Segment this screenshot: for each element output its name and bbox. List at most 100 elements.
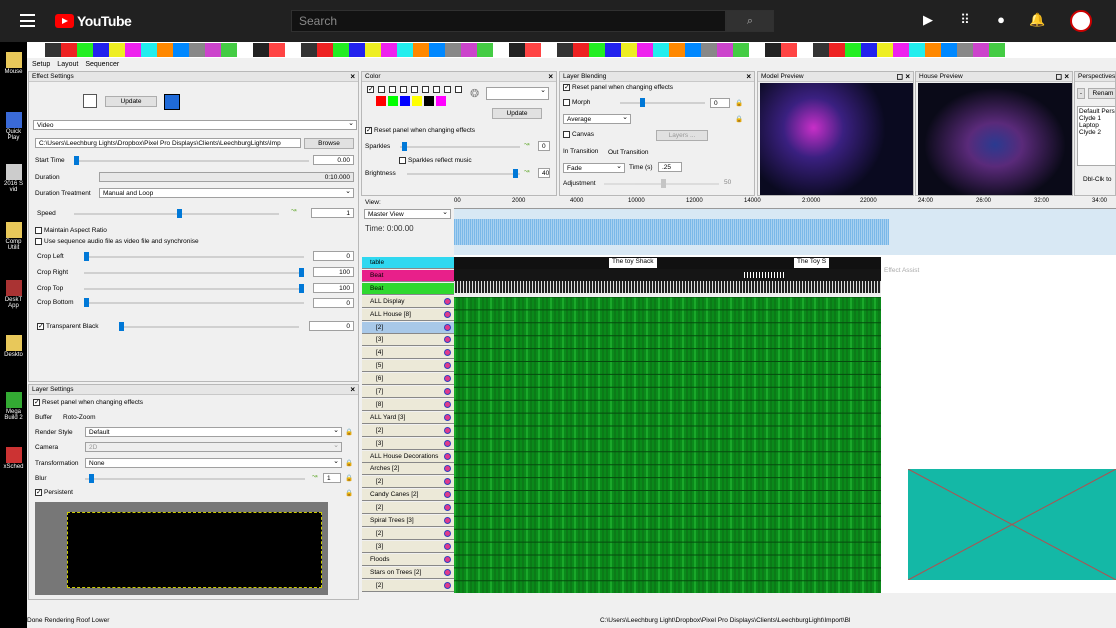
adjustment-slider[interactable] bbox=[604, 179, 719, 188]
crop-left-slider[interactable] bbox=[84, 252, 304, 261]
row-heading[interactable]: [3] bbox=[362, 334, 454, 347]
morph-checkbox[interactable]: Morph bbox=[563, 99, 590, 106]
effect-icon[interactable] bbox=[413, 43, 429, 57]
rename-button[interactable]: Renam bbox=[1088, 88, 1115, 99]
valuecurve-icon[interactable]: ↝ bbox=[524, 167, 529, 175]
effect-icon[interactable] bbox=[317, 43, 333, 57]
effect-icon[interactable] bbox=[765, 43, 781, 57]
color-swatch[interactable] bbox=[400, 96, 410, 106]
reset-panel-checkbox[interactable]: Reset panel when changing effects bbox=[33, 399, 143, 406]
effects-grid[interactable] bbox=[454, 297, 881, 593]
transformation-dropdown[interactable]: None bbox=[85, 457, 342, 468]
effect-icon[interactable] bbox=[973, 43, 989, 57]
effect-icon[interactable] bbox=[749, 43, 765, 57]
effect-icon[interactable] bbox=[381, 43, 397, 57]
persistent-checkbox[interactable]: Persistent bbox=[35, 489, 73, 496]
color-update-button[interactable]: Update bbox=[492, 108, 542, 119]
effect-icon[interactable] bbox=[349, 43, 365, 57]
effect-icon[interactable] bbox=[445, 43, 461, 57]
effect-icon[interactable] bbox=[957, 43, 973, 57]
render-toggle-icon[interactable] bbox=[444, 413, 451, 421]
use-audio-checkbox[interactable]: Use sequence audio file as video file an… bbox=[35, 238, 199, 245]
start-time-field[interactable]: 0.00 bbox=[313, 155, 354, 165]
effect-icon[interactable] bbox=[285, 43, 301, 57]
effect-icon[interactable] bbox=[77, 43, 93, 57]
render-toggle-icon[interactable] bbox=[444, 568, 451, 576]
speed-slider[interactable] bbox=[74, 209, 279, 218]
youtube-logo[interactable]: YouTube bbox=[55, 13, 132, 29]
effect-icon[interactable] bbox=[93, 43, 109, 57]
effect-icon[interactable] bbox=[573, 43, 589, 57]
sparkles-field[interactable]: 0 bbox=[538, 141, 550, 151]
render-toggle-icon[interactable] bbox=[444, 297, 451, 305]
beat-track[interactable] bbox=[454, 281, 881, 293]
effect-icon[interactable] bbox=[845, 43, 861, 57]
color-swatch[interactable] bbox=[436, 96, 446, 106]
effect-icon[interactable] bbox=[653, 43, 669, 57]
effect-icon[interactable] bbox=[429, 43, 445, 57]
row-heading[interactable]: [3] bbox=[362, 540, 454, 553]
color-swatch[interactable] bbox=[388, 96, 398, 106]
effect-icon[interactable] bbox=[1005, 43, 1021, 57]
swatch-checkbox[interactable] bbox=[389, 86, 396, 93]
morph-slider[interactable] bbox=[620, 98, 705, 107]
crop-left-field[interactable]: 0 bbox=[313, 251, 354, 261]
effect-icon[interactable] bbox=[813, 43, 829, 57]
in-transition-tab[interactable]: In Transition bbox=[563, 148, 598, 155]
row-heading[interactable]: ALL House Decorations bbox=[362, 450, 454, 463]
render-toggle-icon[interactable] bbox=[444, 349, 451, 357]
layers-button[interactable]: Layers ... bbox=[656, 130, 708, 141]
effect-icon[interactable] bbox=[157, 43, 173, 57]
effect-icon[interactable] bbox=[781, 43, 797, 57]
effect-icon[interactable] bbox=[797, 43, 813, 57]
time-ruler[interactable]: 00 2000 4000 10000 12000 14000 2:0000 22000 24:0… bbox=[454, 197, 1116, 209]
render-toggle-icon[interactable] bbox=[444, 529, 451, 537]
effect-icon[interactable] bbox=[109, 43, 125, 57]
row-heading[interactable]: [7] bbox=[362, 386, 454, 398]
search-input[interactable]: Search bbox=[291, 10, 726, 32]
effect-type-dropdown[interactable]: Video bbox=[33, 119, 357, 130]
effect-icon[interactable] bbox=[717, 43, 733, 57]
sparkles-slider[interactable] bbox=[400, 142, 520, 151]
swatch-checkbox[interactable] bbox=[433, 86, 440, 93]
close-icon[interactable]: × bbox=[746, 72, 751, 82]
effect-icon[interactable] bbox=[61, 43, 77, 57]
render-toggle-icon[interactable] bbox=[444, 542, 451, 550]
effect-icon[interactable] bbox=[637, 43, 653, 57]
row-heading[interactable]: [2] bbox=[362, 476, 454, 489]
timing-label[interactable]: The toy Shack bbox=[609, 258, 657, 268]
render-toggle-icon[interactable] bbox=[444, 439, 451, 447]
canvas-checkbox[interactable]: Canvas bbox=[563, 131, 594, 138]
lock-icon[interactable]: 🔒 bbox=[345, 428, 353, 436]
row-heading[interactable]: Arches [2] bbox=[362, 463, 454, 476]
color-swatch[interactable] bbox=[376, 96, 386, 106]
house-preview-canvas[interactable] bbox=[918, 83, 1072, 195]
search-button[interactable]: ⌕ bbox=[726, 10, 774, 32]
effect-icon[interactable] bbox=[829, 43, 845, 57]
row-heading[interactable]: [2] bbox=[362, 579, 454, 592]
apps-grid-icon[interactable]: ⠿ bbox=[957, 12, 973, 28]
render-toggle-icon[interactable] bbox=[444, 478, 451, 486]
effect-icon[interactable] bbox=[621, 43, 637, 57]
render-toggle-icon[interactable] bbox=[444, 504, 451, 512]
morph-field[interactable]: 0 bbox=[710, 98, 730, 108]
swatch-checkbox[interactable] bbox=[411, 86, 418, 93]
color-swatch-checkboxes[interactable] bbox=[367, 86, 464, 93]
timing-track-labels[interactable]: The toy Shack The Toy S bbox=[454, 257, 881, 269]
effect-icon[interactable] bbox=[493, 43, 509, 57]
effect-icon[interactable] bbox=[45, 43, 61, 57]
close-icon[interactable]: × bbox=[350, 385, 355, 395]
transparent-black-field[interactable]: 0 bbox=[309, 321, 354, 331]
effect-icon[interactable] bbox=[701, 43, 717, 57]
swatch-checkbox[interactable] bbox=[367, 86, 374, 93]
swatch-checkbox[interactable] bbox=[422, 86, 429, 93]
list-item[interactable]: Default Pers bbox=[1079, 108, 1115, 115]
brightness-field[interactable]: 40 bbox=[538, 168, 550, 178]
timing-label[interactable]: The Toy S bbox=[794, 258, 830, 268]
perspectives-list[interactable]: Default Pers Clyde 1 Laptop Clyde 2 bbox=[1077, 106, 1115, 166]
row-heading[interactable]: Candy Canes [2] bbox=[362, 489, 454, 502]
notifications-bell-icon[interactable]: 🔔 bbox=[1029, 12, 1045, 28]
render-toggle-icon[interactable] bbox=[444, 426, 451, 434]
desktop-icon[interactable]: xSched bbox=[0, 447, 27, 470]
crop-bottom-field[interactable]: 0 bbox=[313, 298, 354, 308]
